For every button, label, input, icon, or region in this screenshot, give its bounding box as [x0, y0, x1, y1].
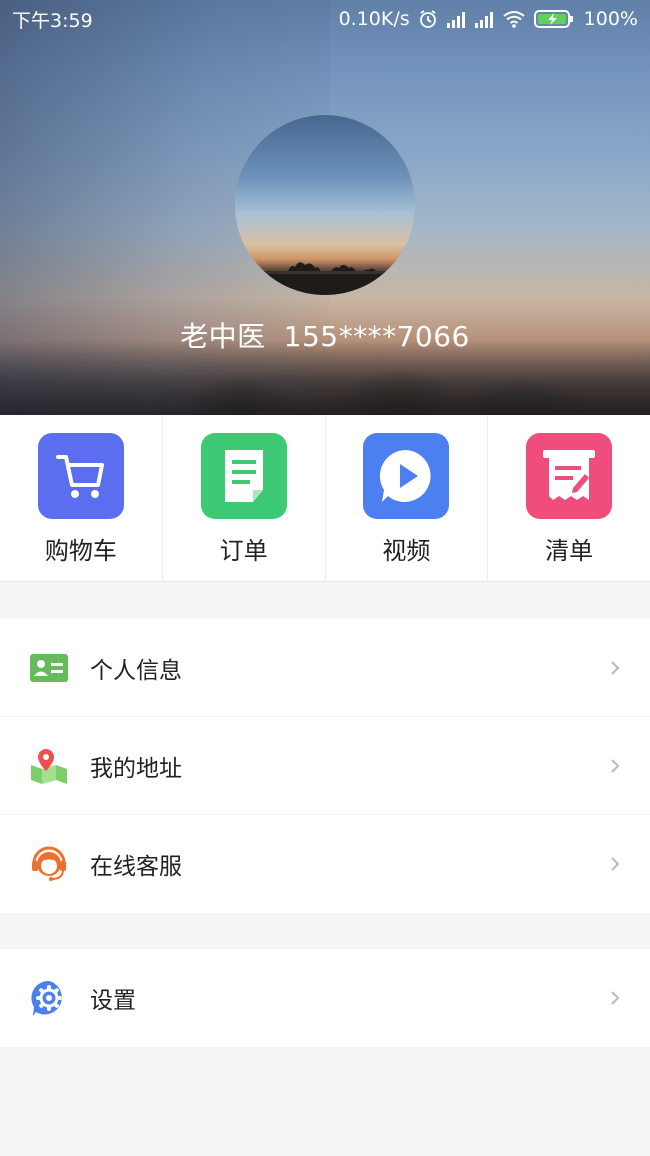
status-time: 下午3:59 [12, 9, 93, 32]
shortcut-video[interactable]: 视频 [326, 415, 489, 581]
status-bar: 下午3:59 0.10K/s 100% [0, 0, 650, 38]
menu-list: 个人信息 我的地址 在线客服 [0, 619, 650, 913]
battery-percent: 100% [583, 8, 638, 30]
cart-icon [37, 433, 124, 519]
menu-item-customer-service[interactable]: 在线客服 [0, 815, 650, 913]
menu-item-label: 个人信息 [90, 657, 182, 684]
menu-item-label: 在线客服 [90, 854, 182, 880]
shortcut-cart[interactable]: 购物车 [0, 415, 163, 581]
shortcut-label: 清单 [545, 537, 594, 565]
user-info: 老中医 155****7066 [0, 315, 650, 355]
menu-item-settings[interactable]: 设置 [0, 949, 650, 1047]
user-phone: 155****7066 [283, 320, 470, 353]
alarm-icon [418, 9, 438, 29]
menu-item-label: 设置 [90, 988, 136, 1014]
video-play-icon [363, 433, 450, 519]
signal-icon [446, 10, 466, 28]
battery-charging-icon [533, 9, 574, 29]
customer-service-icon [30, 845, 68, 883]
signal-icon [474, 10, 494, 28]
shortcut-label: 视频 [382, 537, 431, 565]
menu-item-personal-info[interactable]: 个人信息 [0, 619, 650, 717]
chevron-right-icon [610, 856, 620, 876]
map-pin-icon [30, 747, 68, 785]
profile-header: 下午3:59 0.10K/s 100% 老中医 155****7066 [0, 0, 650, 415]
order-doc-icon [200, 433, 287, 519]
chevron-right-icon [610, 990, 620, 1010]
list-receipt-icon [526, 433, 613, 519]
gear-icon [30, 979, 68, 1017]
menu-item-label: 我的地址 [90, 755, 182, 782]
avatar[interactable] [235, 115, 415, 295]
wifi-icon [502, 10, 526, 28]
chevron-right-icon [610, 758, 620, 778]
shortcut-grid: 购物车 订单 视频 清单 [0, 415, 650, 582]
id-card-icon [30, 649, 68, 687]
net-speed: 0.10K/s [338, 8, 410, 30]
chevron-right-icon [610, 660, 620, 680]
shortcut-list[interactable]: 清单 [488, 415, 650, 581]
user-name: 老中医 [180, 320, 266, 353]
settings-list: 设置 [0, 949, 650, 1047]
menu-item-address[interactable]: 我的地址 [0, 717, 650, 815]
shortcut-orders[interactable]: 订单 [163, 415, 326, 581]
shortcut-label: 订单 [219, 537, 268, 565]
shortcut-label: 购物车 [44, 537, 117, 565]
